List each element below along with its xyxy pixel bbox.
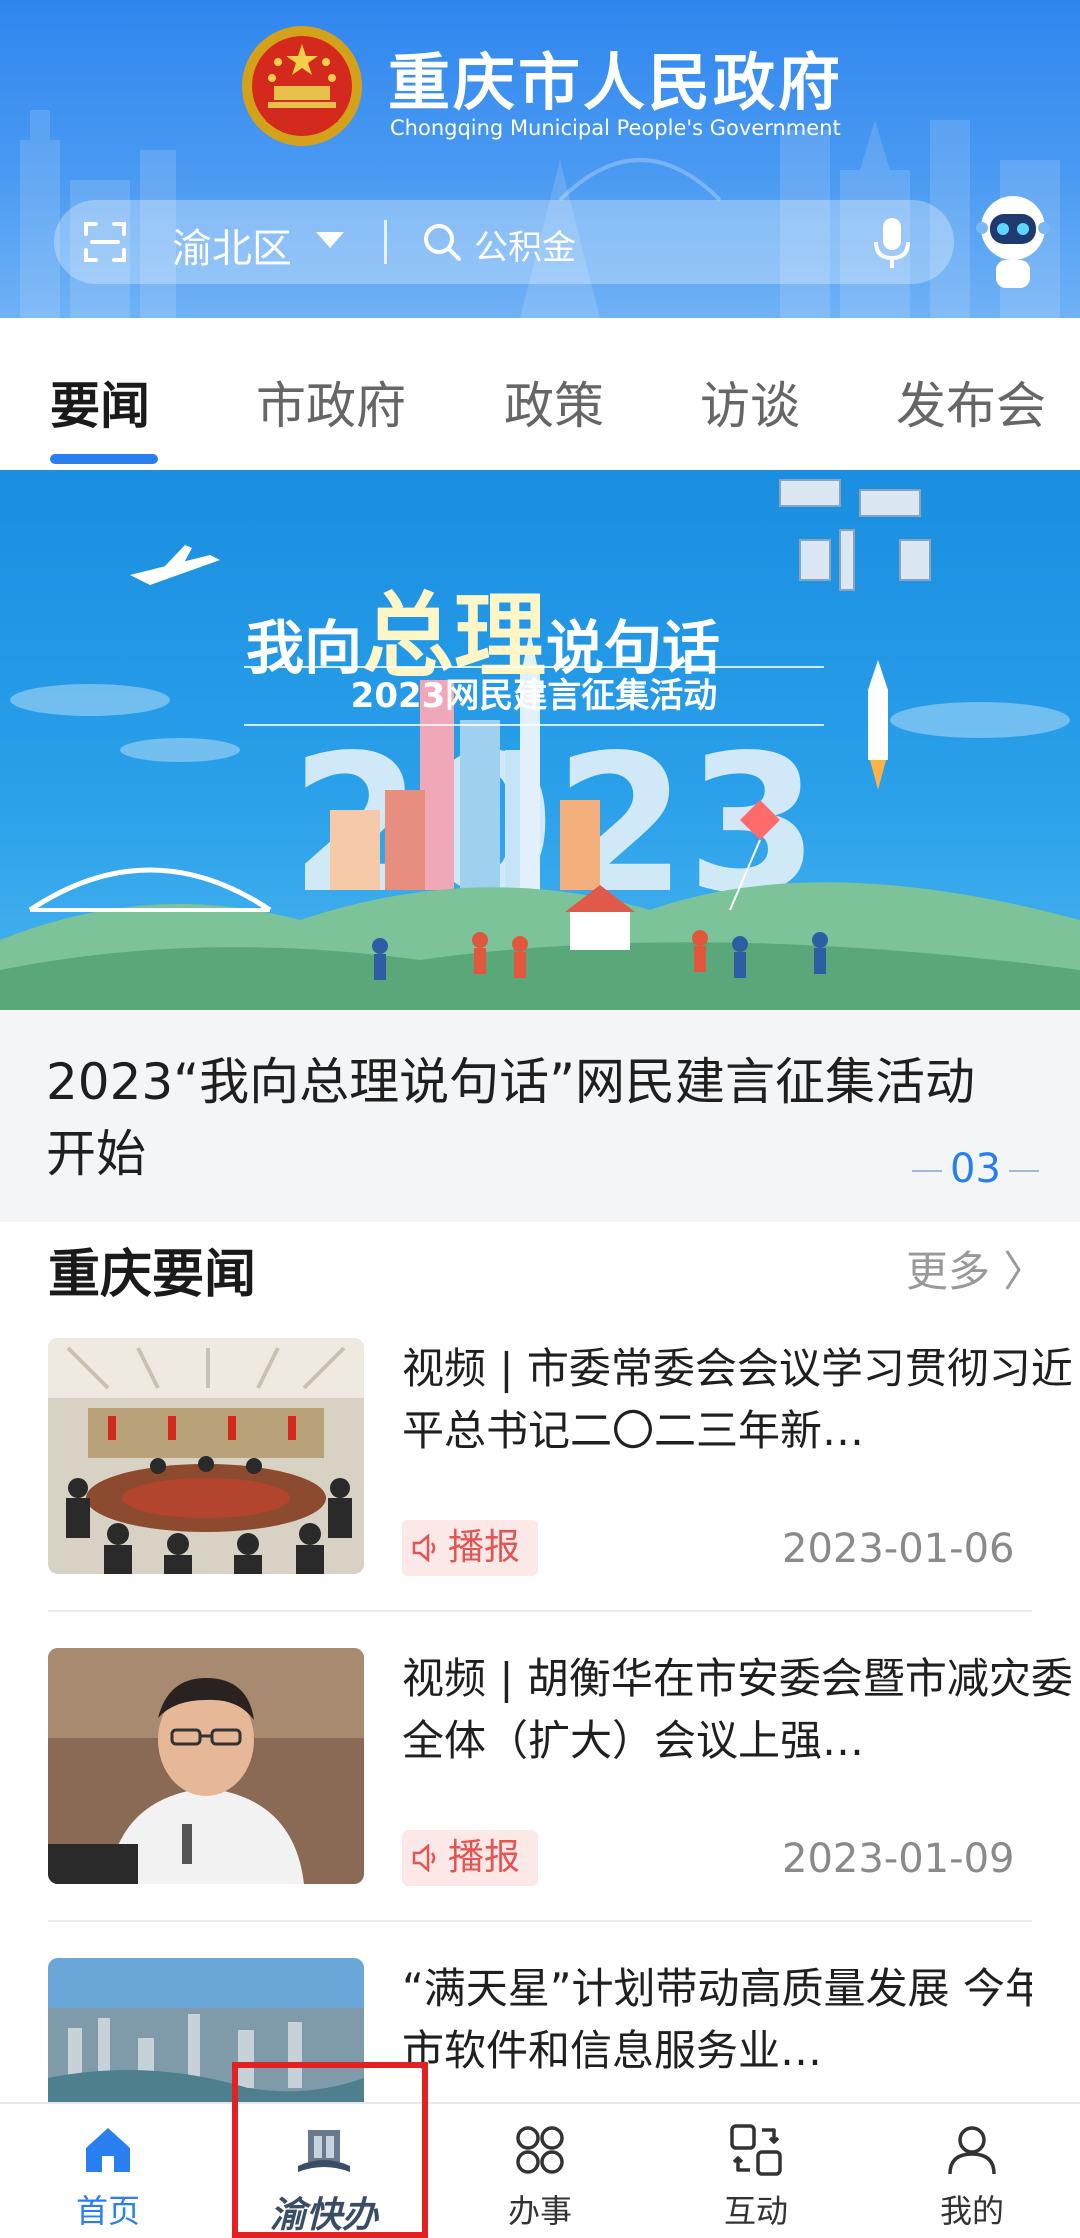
district-selector[interactable]: 渝北区 [172, 216, 292, 274]
tab-fangtan[interactable]: 访谈 [700, 366, 800, 438]
nav-banshi-label: 办事 [507, 2192, 572, 2230]
user-icon [948, 2126, 996, 2175]
services-grid-icon [516, 2126, 564, 2174]
nav-hudong-label: 互动 [723, 2192, 788, 2230]
search-bar[interactable]: 渝北区 公积金 [54, 200, 954, 284]
list-divider [48, 1920, 1032, 1922]
bottom-navigation: 首页 渝快办 办事 互动 我的 [0, 2102, 1080, 2238]
search-divider [384, 220, 387, 264]
highlight-annotation-box [232, 2062, 428, 2238]
government-title: 重庆市人民政府 [388, 46, 844, 119]
tab-yaowen[interactable]: 要闻 [50, 366, 150, 438]
tab-fabuhui[interactable]: 发布会 [896, 366, 1046, 438]
home-icon [86, 2128, 130, 2172]
news-item[interactable]: 视频 | 市委常委会会议学习贯彻习近平总书记二〇二三年新… 播报 2023-01… [48, 1338, 1073, 1578]
search-icon[interactable] [422, 222, 462, 262]
banner-carousel[interactable]: 2023 我向总理说句话 2023网民建言征集活动 [0, 470, 1080, 1010]
search-input[interactable]: 公积金 [474, 220, 576, 269]
meeting-room-image [48, 1338, 364, 1574]
carousel-page-indicator: 03 [904, 1146, 1047, 1192]
news-thumbnail-speaker[interactable] [48, 1648, 364, 1884]
scan-icon[interactable] [84, 222, 126, 262]
news-title[interactable]: 视频 | 胡衡华在市安委会暨市减灾委全体（扩大）会议上强… [402, 1648, 1080, 1772]
microphone-icon[interactable] [872, 216, 912, 270]
news-date: 2023-01-06 [782, 1526, 1015, 1572]
pager-number: 03 [950, 1146, 1001, 1192]
chevron-down-icon[interactable] [316, 232, 344, 248]
nav-wode[interactable]: 我的 [864, 2104, 1080, 2238]
broadcast-tag[interactable]: 播报 [402, 1830, 538, 1886]
broadcast-tag-label: 播报 [448, 1837, 521, 1878]
broadcast-tag[interactable]: 播报 [402, 1520, 538, 1576]
nav-home[interactable]: 首页 [0, 2104, 216, 2238]
pager-line-left [912, 1170, 942, 1172]
more-link[interactable]: 更多 〉 [906, 1238, 1045, 1299]
nav-hudong[interactable]: 互动 [648, 2104, 864, 2238]
nav-home-label: 首页 [75, 2192, 140, 2230]
interaction-icon [730, 2124, 782, 2176]
nav-banshi[interactable]: 办事 [432, 2104, 648, 2238]
banner-subtitle: 2023网民建言征集活动 [244, 666, 824, 726]
news-date: 2023-01-09 [782, 1836, 1015, 1882]
active-tab-indicator [50, 454, 158, 464]
nav-wode-label: 我的 [939, 2192, 1004, 2230]
list-divider [48, 1610, 1032, 1612]
news-tabs: 要闻 市政府 政策 访谈 发布会 [0, 318, 1080, 470]
broadcast-tag-label: 播报 [448, 1527, 521, 1568]
tab-shizhengfu[interactable]: 市政府 [256, 366, 406, 438]
news-item[interactable]: “满天星”计划带动高质量发展 今年全市软件和信息服务业… [48, 1958, 1032, 2102]
assistant-robot-icon[interactable] [972, 192, 1054, 292]
news-item[interactable]: 视频 | 胡衡华在市安委会暨市减灾委全体（扩大）会议上强… 播报 2023-01… [48, 1648, 1073, 1888]
news-thumbnail-meeting[interactable] [48, 1338, 364, 1574]
banner-caption[interactable]: 2023“我向总理说句话”网民建言征集活动开始 03 [0, 1010, 1080, 1222]
pager-line-right [1008, 1170, 1039, 1172]
banner-caption-text[interactable]: 2023“我向总理说句话”网民建言征集活动开始 [46, 1046, 1006, 1190]
banner-illustration: 2023 [0, 479, 1080, 1010]
app-header: 重庆市人民政府 Chongqing Municipal People's Gov… [0, 0, 1080, 318]
speaker-icon [412, 1844, 436, 1872]
news-title[interactable]: 视频 | 市委常委会会议学习贯彻习近平总书记二〇二三年新… [402, 1338, 1080, 1462]
national-emblem-icon [242, 26, 362, 146]
speaker-icon [412, 1534, 436, 1562]
government-title-english: Chongqing Municipal People's Government [390, 116, 841, 140]
speaker-portrait-image [48, 1648, 364, 1884]
section-title: 重庆要闻 [48, 1245, 257, 1305]
tab-zhengce[interactable]: 政策 [504, 366, 604, 438]
news-title[interactable]: “满天星”计划带动高质量发展 今年全市软件和信息服务业… [402, 1958, 1032, 2082]
